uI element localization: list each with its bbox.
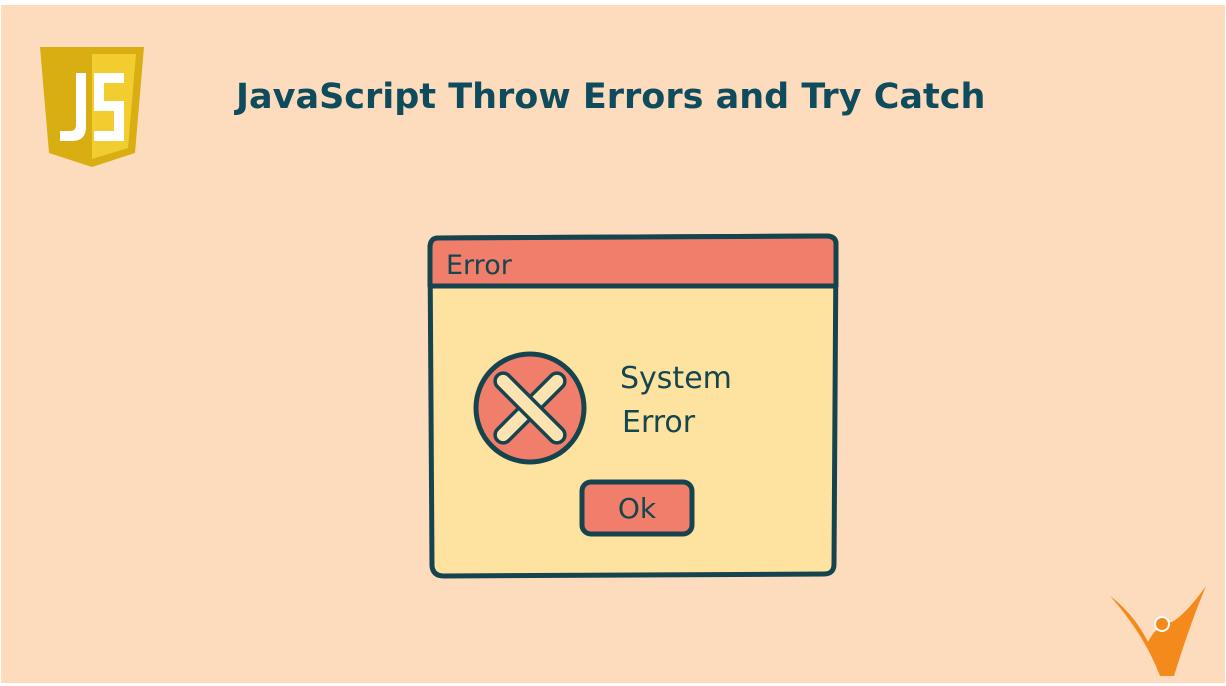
dialog-message-line2: Error (622, 405, 696, 440)
dialog-message-line1: System (620, 361, 732, 396)
js-logo-icon (40, 47, 144, 167)
page: JavaScript Throw Errors and Try Catch Er… (0, 0, 1226, 686)
brand-person-dot (1156, 618, 1168, 630)
ok-button[interactable]: Ok (579, 479, 695, 537)
dialog-title-label: Error (446, 250, 513, 281)
brand-v-shape (1110, 586, 1206, 676)
error-dialog-illustration: Error System Error Ok (427, 233, 839, 579)
ok-button-label: Ok (618, 492, 657, 525)
page-title: JavaScript Throw Errors and Try Catch (236, 77, 986, 117)
person-v-logo-icon (1110, 586, 1206, 676)
